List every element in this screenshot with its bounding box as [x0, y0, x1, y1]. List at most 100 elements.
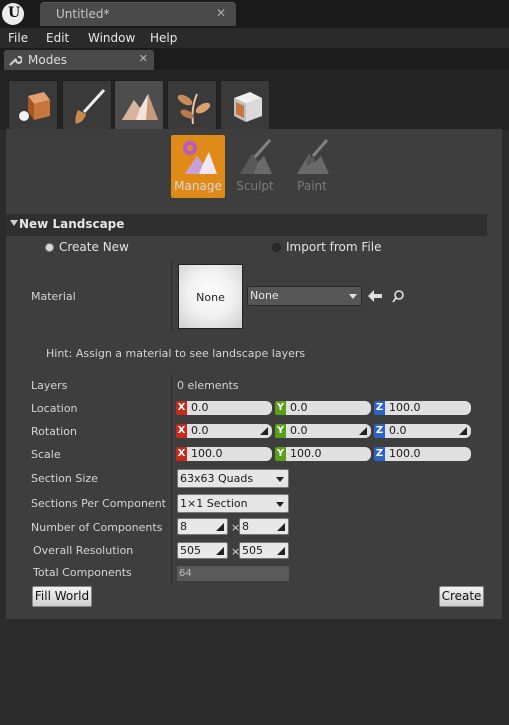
wrench-icon	[9, 55, 22, 66]
document-tab[interactable]: Untitled* ✕	[40, 2, 236, 26]
material-hint: Hint: Assign a material to see landscape…	[46, 347, 306, 360]
chevron-down-icon	[349, 294, 357, 299]
rotation-y-value: 0.0	[290, 424, 308, 437]
section-size-combo[interactable]: 63x63 Quads	[177, 469, 289, 488]
components-x-value: 8	[180, 520, 187, 533]
location-x-axis: X	[176, 401, 187, 415]
spin-drag-icon[interactable]	[260, 427, 268, 435]
fill-world-button[interactable]: Fill World	[32, 586, 92, 607]
menu-window[interactable]: Window	[88, 31, 135, 45]
mode-geometry-button[interactable]	[220, 80, 270, 130]
spin-drag-icon[interactable]	[277, 523, 285, 531]
resolution-y-value: 505	[242, 544, 263, 557]
sections-per-component-label: Sections Per Component	[31, 497, 166, 510]
menu-bar: File Edit Window Help	[0, 28, 509, 48]
tool-sculpt-label: Sculpt	[236, 179, 274, 193]
tool-paint-label: Paint	[297, 179, 327, 193]
scale-label: Scale	[31, 448, 61, 461]
empty-panel-area	[0, 619, 509, 725]
tool-manage[interactable]: Manage	[171, 135, 225, 198]
spin-drag-icon[interactable]	[359, 427, 367, 435]
paint-mode-icon	[75, 88, 106, 124]
scale-z-field[interactable]: 100.0	[385, 447, 471, 461]
new-landscape-header[interactable]: New Landscape	[6, 214, 487, 236]
total-components-value: 64	[177, 566, 289, 581]
foliage-mode-icon	[177, 93, 211, 125]
rotation-y-axis: Y	[275, 424, 286, 438]
rotation-y-field[interactable]: 0.0	[286, 424, 371, 438]
components-y-stepper[interactable]: 8	[239, 518, 289, 535]
chevron-down-icon	[276, 502, 284, 507]
material-thumbnail-text: None	[196, 291, 225, 304]
chevron-down-icon	[276, 477, 284, 482]
create-new-radio[interactable]	[45, 243, 54, 252]
rotation-label: Rotation	[31, 425, 78, 438]
tab-modes[interactable]: Modes ✕	[4, 50, 154, 70]
place-mode-icon	[19, 92, 50, 121]
use-selected-arrow-icon[interactable]	[368, 290, 382, 302]
import-from-file-radio[interactable]	[272, 243, 281, 252]
mode-place-button[interactable]	[8, 80, 58, 130]
panel-tab-strip: Modes ✕	[0, 48, 509, 70]
rotation-z-field[interactable]: 0.0	[385, 424, 471, 438]
scale-z-axis: Z	[374, 447, 385, 461]
sections-per-component-combo[interactable]: 1×1 Section	[177, 494, 289, 513]
rotation-z-value: 0.0	[389, 424, 407, 437]
components-y-value: 8	[242, 520, 249, 533]
number-of-components-label: Number of Components	[31, 521, 163, 534]
location-z-field[interactable]: 100.0	[385, 401, 471, 415]
material-thumbnail[interactable]: None	[178, 264, 243, 329]
title-bar: U Untitled* ✕	[0, 0, 509, 28]
location-label: Location	[31, 402, 78, 415]
import-from-file-label[interactable]: Import from File	[286, 240, 381, 254]
properties-divider	[171, 374, 172, 584]
rotation-x-field[interactable]: 0.0	[187, 424, 272, 438]
total-components-label: Total Components	[33, 566, 132, 579]
menu-help[interactable]: Help	[150, 31, 177, 45]
create-button[interactable]: Create	[439, 586, 484, 607]
resolution-x-stepper[interactable]: 505	[177, 542, 228, 559]
scale-x-field[interactable]: 100.0	[187, 447, 272, 461]
scale-x-axis: X	[176, 447, 187, 461]
resolution-y-stepper[interactable]: 505	[239, 542, 289, 559]
spin-drag-icon[interactable]	[459, 427, 467, 435]
browse-search-icon[interactable]	[392, 290, 405, 303]
location-x-field[interactable]: 0.0	[187, 401, 272, 415]
scale-y-axis: Y	[275, 447, 286, 461]
overall-resolution-label: Overall Resolution	[33, 544, 134, 557]
sculpt-tool-icon	[240, 139, 272, 174]
scale-y-field[interactable]: 100.0	[286, 447, 371, 461]
components-x-stepper[interactable]: 8	[177, 518, 228, 535]
mode-paint-button[interactable]	[62, 80, 112, 130]
menu-file[interactable]: File	[8, 31, 28, 45]
close-icon[interactable]: ✕	[214, 6, 228, 20]
geometry-mode-icon	[234, 92, 262, 122]
mode-foliage-button[interactable]	[167, 80, 217, 130]
landscape-mode-icon	[122, 94, 158, 120]
unreal-logo-icon[interactable]: U	[2, 3, 24, 25]
location-y-field[interactable]: 0.0	[286, 401, 371, 415]
section-size-label: Section Size	[31, 472, 98, 485]
location-z-axis: Z	[374, 401, 385, 415]
material-label: Material	[31, 290, 76, 303]
spin-drag-icon[interactable]	[216, 523, 224, 531]
menu-edit[interactable]: Edit	[46, 31, 69, 45]
rotation-x-axis: X	[176, 424, 187, 438]
rotation-x-value: 0.0	[191, 424, 209, 437]
resolution-x-value: 505	[180, 544, 201, 557]
tool-sculpt[interactable]: Sculpt	[228, 135, 282, 198]
collapse-arrow-icon[interactable]	[10, 220, 18, 226]
location-y-axis: Y	[275, 401, 286, 415]
create-new-label[interactable]: Create New	[59, 240, 129, 254]
rotation-z-axis: Z	[374, 424, 385, 438]
spin-drag-icon[interactable]	[277, 547, 285, 555]
tool-paint[interactable]: Paint	[285, 135, 339, 198]
paint-tool-icon	[297, 139, 329, 174]
spin-drag-icon[interactable]	[216, 547, 224, 555]
tab-modes-label: Modes	[28, 53, 67, 67]
mode-landscape-button[interactable]	[114, 80, 164, 132]
material-combo[interactable]: None	[247, 286, 362, 306]
layers-label: Layers	[31, 379, 68, 392]
sections-per-component-value: 1×1 Section	[180, 497, 248, 510]
tab-close-icon[interactable]: ✕	[139, 52, 148, 65]
